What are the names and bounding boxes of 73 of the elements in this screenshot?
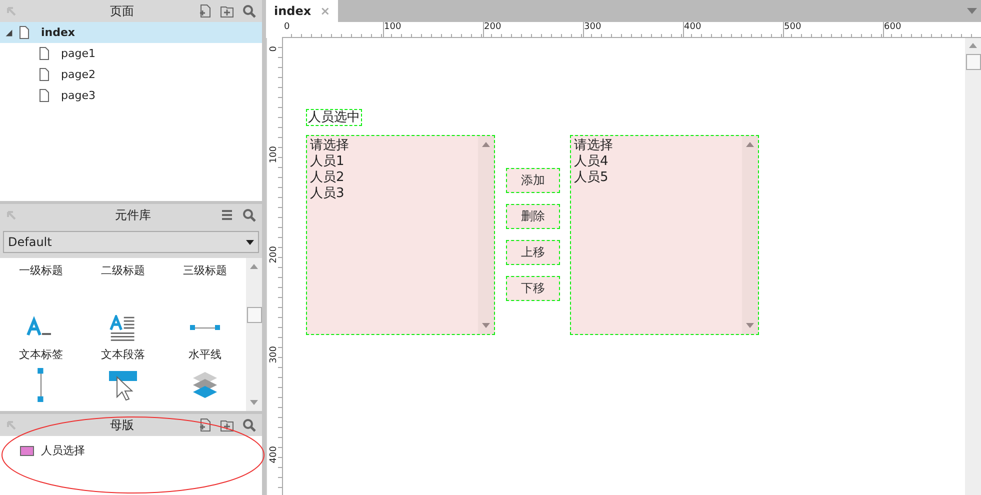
action-button[interactable]: 下移: [506, 276, 560, 301]
dropdown-arrow-icon[interactable]: [246, 240, 254, 244]
add-master-icon[interactable]: [198, 418, 212, 432]
master-item[interactable]: 人员选择: [41, 443, 85, 458]
search-icon[interactable]: [242, 208, 256, 222]
ruler-label: 300: [584, 22, 602, 32]
menu-icon[interactable]: [220, 208, 234, 222]
ruler-label: 500: [784, 22, 802, 32]
panel-title: 元件库: [114, 206, 152, 224]
ruler-label: 200: [269, 246, 279, 264]
list-box[interactable]: 请选择 人员4 人员5: [570, 135, 759, 335]
widget-label[interactable]: 三级标题: [183, 263, 227, 278]
expand-triangle-icon[interactable]: [5, 28, 13, 36]
widget-label[interactable]: 文本段落: [101, 347, 145, 362]
page-tree-item[interactable]: page3: [0, 85, 262, 106]
search-icon[interactable]: [242, 418, 256, 432]
scroll-up-icon[interactable]: [482, 142, 490, 147]
widget-label[interactable]: 水平线: [188, 347, 222, 362]
widget-label[interactable]: 一级标题: [19, 263, 63, 278]
page-tree-item[interactable]: page2: [0, 64, 262, 85]
ruler-label: 0: [284, 22, 290, 32]
list-box[interactable]: 请选择 人员1 人员2 人员3: [306, 135, 495, 335]
scroll-up-icon[interactable]: [969, 43, 977, 48]
page-tree-item[interactable]: page1: [0, 43, 262, 64]
add-page-icon[interactable]: [198, 4, 212, 18]
ruler-label: 200: [484, 22, 502, 32]
page-label: index: [41, 26, 76, 39]
ruler-label: 400: [269, 446, 279, 464]
ruler-label: 0: [269, 46, 279, 52]
scroll-up-icon[interactable]: [746, 142, 754, 147]
add-folder-icon[interactable]: [220, 4, 234, 18]
ruler-label: 100: [384, 22, 402, 32]
scrollbar[interactable]: [246, 258, 262, 411]
page-icon: [39, 47, 49, 60]
hotspot-cursor-icon[interactable]: [108, 368, 138, 402]
scroll-thumb[interactable]: [966, 54, 980, 70]
ruler-label: 400: [684, 22, 702, 32]
scroll-up-icon[interactable]: [250, 264, 258, 269]
page-tab[interactable]: index ×: [266, 0, 338, 22]
scroll-down-icon[interactable]: [746, 323, 754, 328]
widget-label[interactable]: 二级标题: [101, 263, 145, 278]
action-button[interactable]: 上移: [506, 240, 560, 265]
page-label: page3: [61, 89, 96, 102]
page-label: page2: [61, 68, 96, 81]
heading-label: 人员选中: [306, 109, 362, 126]
action-button[interactable]: 删除: [506, 204, 560, 229]
page-label: page1: [61, 47, 96, 60]
scroll-down-icon[interactable]: [250, 400, 258, 405]
ruler-label: 300: [269, 346, 279, 364]
scroll-thumb[interactable]: [246, 307, 262, 323]
panel-title: 母版: [109, 416, 135, 434]
panel-title: 页面: [109, 2, 135, 20]
ruler-label: 100: [269, 146, 279, 164]
page-icon: [39, 89, 49, 102]
widget-label[interactable]: 文本标签: [19, 347, 63, 362]
page-tree-item[interactable]: index: [0, 22, 262, 43]
library-dropdown[interactable]: Default: [3, 231, 259, 253]
list-option[interactable]: 人员2: [310, 170, 475, 186]
master-icon: [20, 446, 34, 456]
page-icon: [39, 68, 49, 81]
list-option[interactable]: 人员1: [310, 154, 475, 170]
add-folder-icon[interactable]: [220, 418, 234, 432]
list-option[interactable]: 人员4: [574, 154, 739, 170]
list-option[interactable]: 人员5: [574, 170, 739, 186]
scroll-down-icon[interactable]: [482, 323, 490, 328]
action-button[interactable]: 添加: [506, 168, 560, 193]
search-icon[interactable]: [242, 4, 256, 18]
ruler-label: 600: [884, 22, 902, 32]
scrollbar[interactable]: [965, 38, 981, 495]
list-option[interactable]: 请选择: [574, 138, 739, 154]
list-option[interactable]: 人员3: [310, 186, 475, 202]
list-option[interactable]: 请选择: [310, 138, 475, 154]
page-icon: [19, 26, 29, 39]
